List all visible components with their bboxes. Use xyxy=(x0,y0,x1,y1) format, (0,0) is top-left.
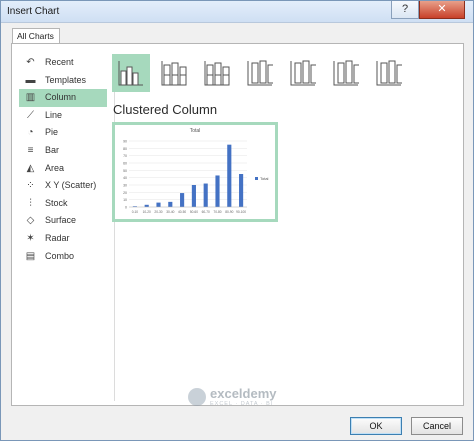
3d-column-icon[interactable] xyxy=(370,54,408,92)
line-chart-icon: ⟋ xyxy=(27,109,34,121)
sidebar-item-label: Templates xyxy=(45,74,87,85)
sidebar-item-radar[interactable]: ✶ Radar xyxy=(19,230,107,248)
x-tick-label: 20-30 xyxy=(154,210,162,214)
x-tick-label: 80-90 xyxy=(225,210,233,214)
folder-icon: ▬ xyxy=(25,74,36,86)
y-tick-label: 20 xyxy=(123,191,127,195)
chart-preview[interactable]: Total 0 10 20 30 40 50 60 70 80 90 0-10 10-20 20-30 3… xyxy=(112,122,278,222)
3d-clustered-column-icon[interactable] xyxy=(241,54,279,92)
stacked-column-icon[interactable] xyxy=(155,54,193,92)
y-tick-label: 50 xyxy=(123,169,127,173)
x-tick-label: 50-60 xyxy=(190,210,198,214)
stock-chart-icon: ⫶ xyxy=(29,197,32,209)
sidebar-item-stock[interactable]: ⫶ Stock xyxy=(19,195,107,213)
radar-chart-icon: ✶ xyxy=(26,232,35,244)
sidebar-item-combo[interactable]: ▤ Combo xyxy=(19,248,107,266)
bar xyxy=(180,193,185,207)
insert-chart-dialog: Insert Chart ? ✕ All Charts ↶ Recent ▬ Temp… xyxy=(0,0,474,441)
help-button[interactable]: ? xyxy=(391,1,419,19)
bar xyxy=(215,175,220,207)
sidebar-item-label: Pie xyxy=(45,127,59,138)
sidebar-item-label: Combo xyxy=(45,250,75,261)
x-tick-label: 0-10 xyxy=(132,210,139,214)
combo-chart-icon: ▤ xyxy=(25,250,36,262)
sidebar-item-line[interactable]: ⟋ Line xyxy=(19,107,107,125)
sidebar-item-label: Area xyxy=(45,162,65,173)
x-tick-label: 30-40 xyxy=(166,210,174,214)
ok-button[interactable]: OK xyxy=(350,417,402,435)
sidebar-item-label: Recent xyxy=(45,57,74,67)
dialog-title: Insert Chart xyxy=(7,6,60,17)
bar xyxy=(156,202,161,207)
sidebar-item-label: Line xyxy=(45,109,63,120)
x-tick-label: 60-70 xyxy=(202,210,210,214)
cancel-button[interactable]: Cancel xyxy=(411,417,463,435)
recent-icon: ↶ xyxy=(26,57,35,68)
clustered-column-icon[interactable] xyxy=(112,54,150,92)
x-tick-label: 90-100 xyxy=(236,210,246,214)
3d-stacked-column-icon[interactable] xyxy=(284,54,322,92)
scatter-chart-icon: ⁘ xyxy=(26,180,35,192)
column-chart-icon: ▥ xyxy=(25,92,36,104)
sidebar-item-bar[interactable]: ≡ Bar xyxy=(19,142,107,160)
sidebar-item-templates[interactable]: ▬ Templates xyxy=(19,72,107,90)
title-bar: Insert Chart ? ✕ xyxy=(1,1,473,23)
sidebar-item-label: Surface xyxy=(45,215,77,226)
y-tick-label: 30 xyxy=(123,184,127,188)
preview-chart-svg: 0 10 20 30 40 50 60 70 80 90 0-10 10-20 20-30 30-40 40… xyxy=(123,140,269,215)
sidebar-item-label: Bar xyxy=(45,144,60,155)
y-tick-label: 40 xyxy=(123,176,127,180)
chart-panel: ↶ Recent ▬ Templates ▥ Column ⟋ Line ◔ Pie ≡ Bar ◭ Ar… xyxy=(11,43,464,406)
bar xyxy=(239,174,244,207)
x-tick-label: 10-20 xyxy=(143,210,151,214)
chart-type-list: ↶ Recent ▬ Templates ▥ Column ⟋ Line ◔ Pie ≡ Bar ◭ Ar… xyxy=(19,54,107,265)
sidebar-item-label: X Y (Scatter) xyxy=(45,180,97,191)
sidebar-item-recent[interactable]: ↶ Recent xyxy=(19,54,107,72)
sidebar-item-label: Radar xyxy=(45,232,70,243)
watermark-brand: exceldemy xyxy=(210,386,277,401)
close-button[interactable]: ✕ xyxy=(419,1,465,19)
x-tick-label: 70-80 xyxy=(213,210,221,214)
pie-chart-icon: ◔ xyxy=(27,127,34,139)
x-tick-label: 40-50 xyxy=(178,210,186,214)
sidebar-item-pie[interactable]: ◔ Pie xyxy=(19,124,107,142)
y-tick-label: 60 xyxy=(123,162,127,166)
sidebar-item-label: Stock xyxy=(45,197,68,208)
surface-chart-icon: ◇ xyxy=(26,215,35,227)
area-chart-icon: ◭ xyxy=(26,162,35,174)
sidebar-item-surface[interactable]: ◇ Surface xyxy=(19,212,107,230)
watermark: exceldemy EXCEL · DATA · BI xyxy=(188,386,328,410)
chart-subtype-row xyxy=(112,54,412,92)
bar xyxy=(144,204,149,207)
sidebar-item-column[interactable]: ▥ Column xyxy=(19,89,107,107)
sidebar-item-area[interactable]: ◭ Area xyxy=(19,160,107,178)
y-tick-label: 90 xyxy=(123,140,127,144)
y-tick-label: 10 xyxy=(123,198,127,202)
legend-swatch xyxy=(255,177,258,180)
bar xyxy=(168,201,173,207)
y-tick-label: 80 xyxy=(123,147,127,151)
tab-all-charts[interactable]: All Charts xyxy=(12,28,60,44)
legend-label: Total xyxy=(260,176,269,181)
y-tick-label: 70 xyxy=(123,154,127,158)
3d-100-stacked-column-icon[interactable] xyxy=(327,54,365,92)
sidebar-item-x-y-scatter[interactable]: ⁘ X Y (Scatter) xyxy=(19,177,107,195)
100-stacked-column-icon[interactable] xyxy=(198,54,236,92)
bar xyxy=(191,185,196,207)
chart-subtype-title: Clustered Column xyxy=(113,102,218,117)
sidebar-item-label: Column xyxy=(45,92,77,103)
bar xyxy=(203,183,208,207)
bar xyxy=(227,144,232,207)
bar-chart-icon: ≡ xyxy=(27,144,34,156)
watermark-tagline: EXCEL · DATA · BI xyxy=(210,401,274,407)
exceldemy-logo-icon xyxy=(188,388,206,406)
y-tick-label: 0 xyxy=(125,206,127,210)
